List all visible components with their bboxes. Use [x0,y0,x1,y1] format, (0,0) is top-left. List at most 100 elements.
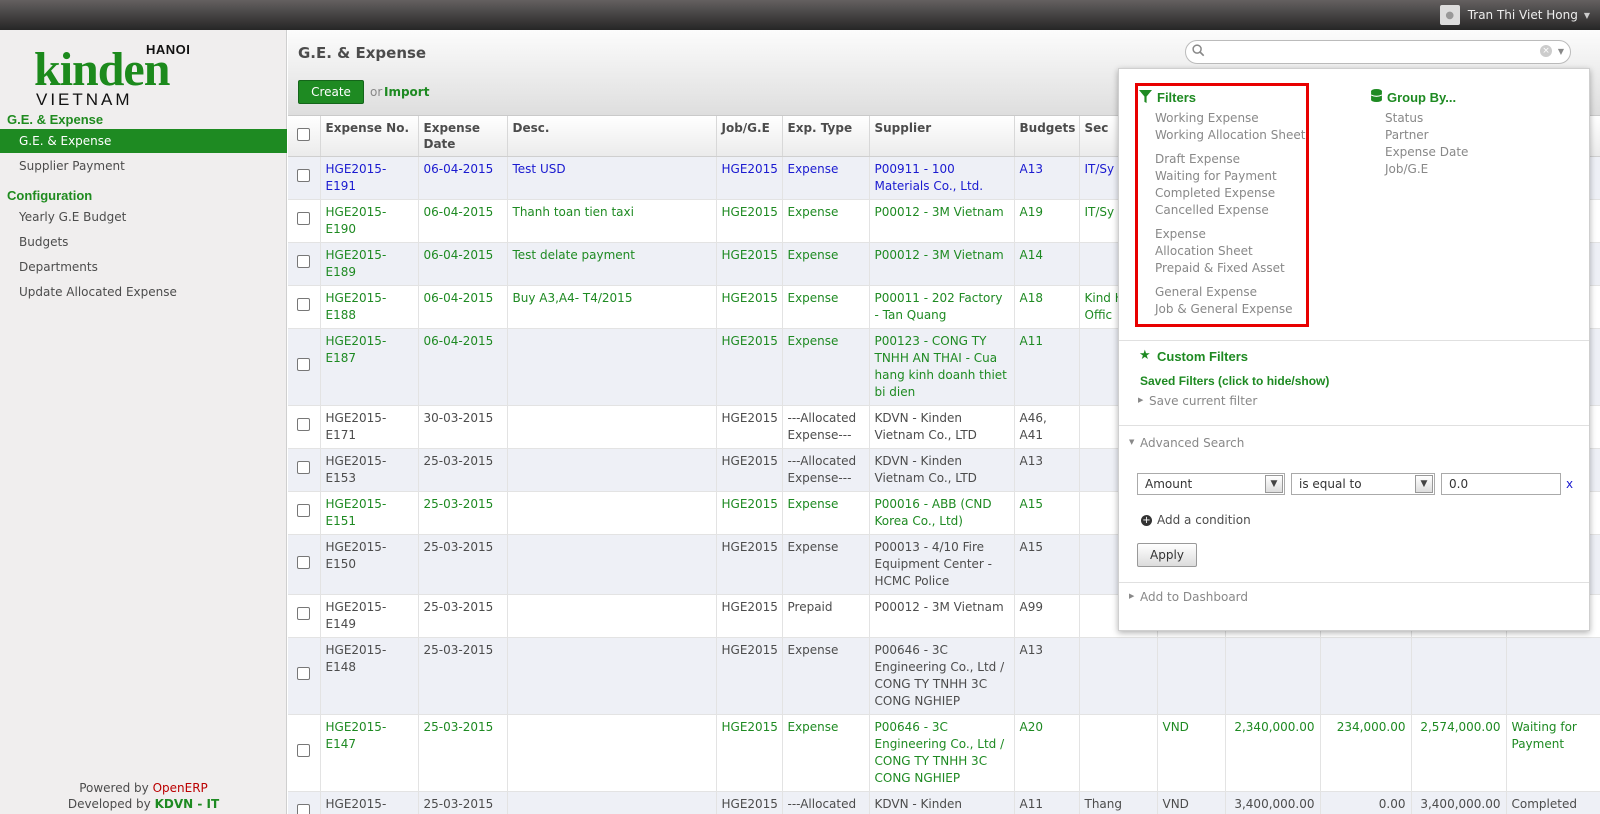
apply-button[interactable]: Apply [1137,543,1197,567]
sidebar-item-update-allocated[interactable]: Update Allocated Expense [0,280,287,304]
col-job-ge[interactable]: Job/G.E [716,116,783,157]
cell-supplier: P00012 - 3M Vietnam [869,242,1015,286]
cell-section: Thang Long I [1079,791,1158,814]
remove-condition-icon[interactable]: x [1566,477,1573,491]
sidebar-item-budgets[interactable]: Budgets [0,230,287,254]
groupby-job-ge[interactable]: Job/G.E [1385,162,1428,176]
cell-exp-type: ---Allocated Expense--- [782,448,870,492]
cell-budgets: A20 [1014,714,1080,792]
sidebar-section-configuration: Configuration [7,188,93,203]
cell-section [1079,714,1158,792]
filter-item[interactable]: Completed Expense [1155,186,1275,200]
filter-item[interactable]: Job & General Expense [1155,302,1293,316]
cell-status: Waiting for Payment [1506,714,1600,792]
cell-budgets: A13 [1014,156,1080,200]
kdvn-link[interactable]: KDVN - IT [155,797,220,811]
database-icon [1371,89,1382,102]
cell-job-ge: HGE2015 [716,328,783,406]
row-checkbox[interactable] [288,791,321,814]
groupby-expense-date[interactable]: Expense Date [1385,145,1468,159]
row-checkbox[interactable] [288,714,321,792]
cell-section [1079,637,1158,715]
condition-operator-select[interactable]: is equal to ▼ [1291,473,1435,495]
cell-desc: Test delate payment [507,242,717,286]
cell-exp-type: Expense [782,637,870,715]
table-row[interactable]: HGE2015-E14625-03-2015 HGE2015---Allocate… [288,791,1600,814]
groupby-partner[interactable]: Partner [1385,128,1429,142]
filter-item[interactable]: Prepaid & Fixed Asset [1155,261,1285,275]
cell-budgets: A99 [1014,594,1080,638]
cell-expense-no: HGE2015-E153 [320,448,419,492]
col-budgets[interactable]: Budgets [1014,116,1080,157]
triangle-down-icon: ▼ [1129,438,1135,446]
cell-supplier: P00123 - CONG TY TNHH AN THAI - Cua hang… [869,328,1015,406]
row-checkbox[interactable] [288,242,321,286]
row-checkbox[interactable] [288,328,321,406]
sidebar-section-ge-expense: G.E. & Expense [7,112,104,127]
triangle-right-icon: ▶ [1138,396,1144,404]
create-button[interactable]: Create [298,80,364,104]
filter-item[interactable]: Waiting for Payment [1155,169,1277,183]
sidebar-item-yearly-budget[interactable]: Yearly G.E Budget [0,205,287,229]
row-checkbox[interactable] [288,156,321,200]
user-menu[interactable]: ● Tran Thi Viet Hong ▼ [1439,5,1590,25]
cell-vat [1320,637,1412,715]
filter-item[interactable]: Expense [1155,227,1206,241]
save-current-filter[interactable]: Save current filter [1149,394,1257,408]
groupby-status[interactable]: Status [1385,111,1423,125]
row-checkbox[interactable] [288,637,321,715]
cell-budgets: A11 [1014,328,1080,406]
search-input[interactable]: × ▼ [1185,40,1571,64]
col-expense-no[interactable]: Expense No. [320,116,419,157]
row-checkbox[interactable] [288,405,321,449]
cell-job-ge: HGE2015 [716,491,783,535]
sidebar-item-departments[interactable]: Departments [0,255,287,279]
chevron-down-icon[interactable]: ▼ [1558,47,1564,56]
add-condition-link[interactable]: Add a condition [1157,513,1251,527]
sidebar-item-supplier-payment[interactable]: Supplier Payment [0,154,287,178]
divider [1119,425,1589,426]
cell-supplier: P00646 - 3C Engineering Co., Ltd / CONG … [869,714,1015,792]
cell-expense-no: HGE2015-E146 [320,791,419,814]
condition-field-select[interactable]: Amount ▼ [1137,473,1285,495]
import-link[interactable]: Import [384,85,429,99]
table-row[interactable]: HGE2015-E148 25-03-2015 HGE2015 Expense P006… [288,637,1600,715]
advanced-search-toggle[interactable]: Advanced Search [1140,436,1244,450]
cell-budgets: A46, A41 [1014,405,1080,449]
avatar: ● [1439,5,1460,25]
cell-total: 3,400,000.00 [1411,791,1507,814]
cell-desc: Buy A3,A4- T4/2015 [507,285,717,329]
saved-filters-toggle[interactable]: Saved Filters (click to hide/show) [1140,374,1329,388]
filter-item[interactable]: Allocation Sheet [1155,244,1253,258]
filter-item[interactable]: Cancelled Expense [1155,203,1269,217]
select-all-checkbox[interactable] [288,116,321,157]
row-checkbox[interactable] [288,534,321,595]
custom-filters-title: Custom Filters [1157,349,1249,364]
cell-expense-date: 30-03-2015 [418,405,508,449]
row-checkbox[interactable] [288,199,321,243]
col-exp-type[interactable]: Exp. Type [782,116,870,157]
row-checkbox[interactable] [288,594,321,638]
cell-supplier: P00012 - 3M Vietnam [869,594,1015,638]
filter-item[interactable]: Working Expense [1155,111,1259,125]
condition-value-input[interactable]: 0.0 [1441,473,1561,495]
row-checkbox[interactable] [288,448,321,492]
row-checkbox[interactable] [288,491,321,535]
sidebar-item-ge-expense[interactable]: G.E. & Expense [0,129,287,153]
filter-item[interactable]: Working Allocation Sheet [1155,128,1305,142]
filter-item[interactable]: Draft Expense [1155,152,1240,166]
table-row[interactable]: HGE2015-E147 25-03-2015 HGE2015 Expense P006… [288,714,1600,792]
col-expense-date[interactable]: Expense Date [418,116,508,157]
row-checkbox[interactable] [288,285,321,329]
openerp-link[interactable]: OpenERP [153,781,208,795]
clear-search-icon[interactable]: × [1540,45,1552,57]
cell-expense-no: HGE2015-E149 [320,594,419,638]
cell-job-ge: HGE2015 [716,199,783,243]
col-supplier[interactable]: Supplier [869,116,1015,157]
cell-total: 2,574,000.00 [1411,714,1507,792]
filter-item[interactable]: General Expense [1155,285,1257,299]
top-bar: ● Tran Thi Viet Hong ▼ [0,0,1600,30]
add-to-dashboard-toggle[interactable]: Add to Dashboard [1140,590,1248,604]
powered-label: Powered by [79,781,149,795]
col-desc[interactable]: Desc. [507,116,717,157]
